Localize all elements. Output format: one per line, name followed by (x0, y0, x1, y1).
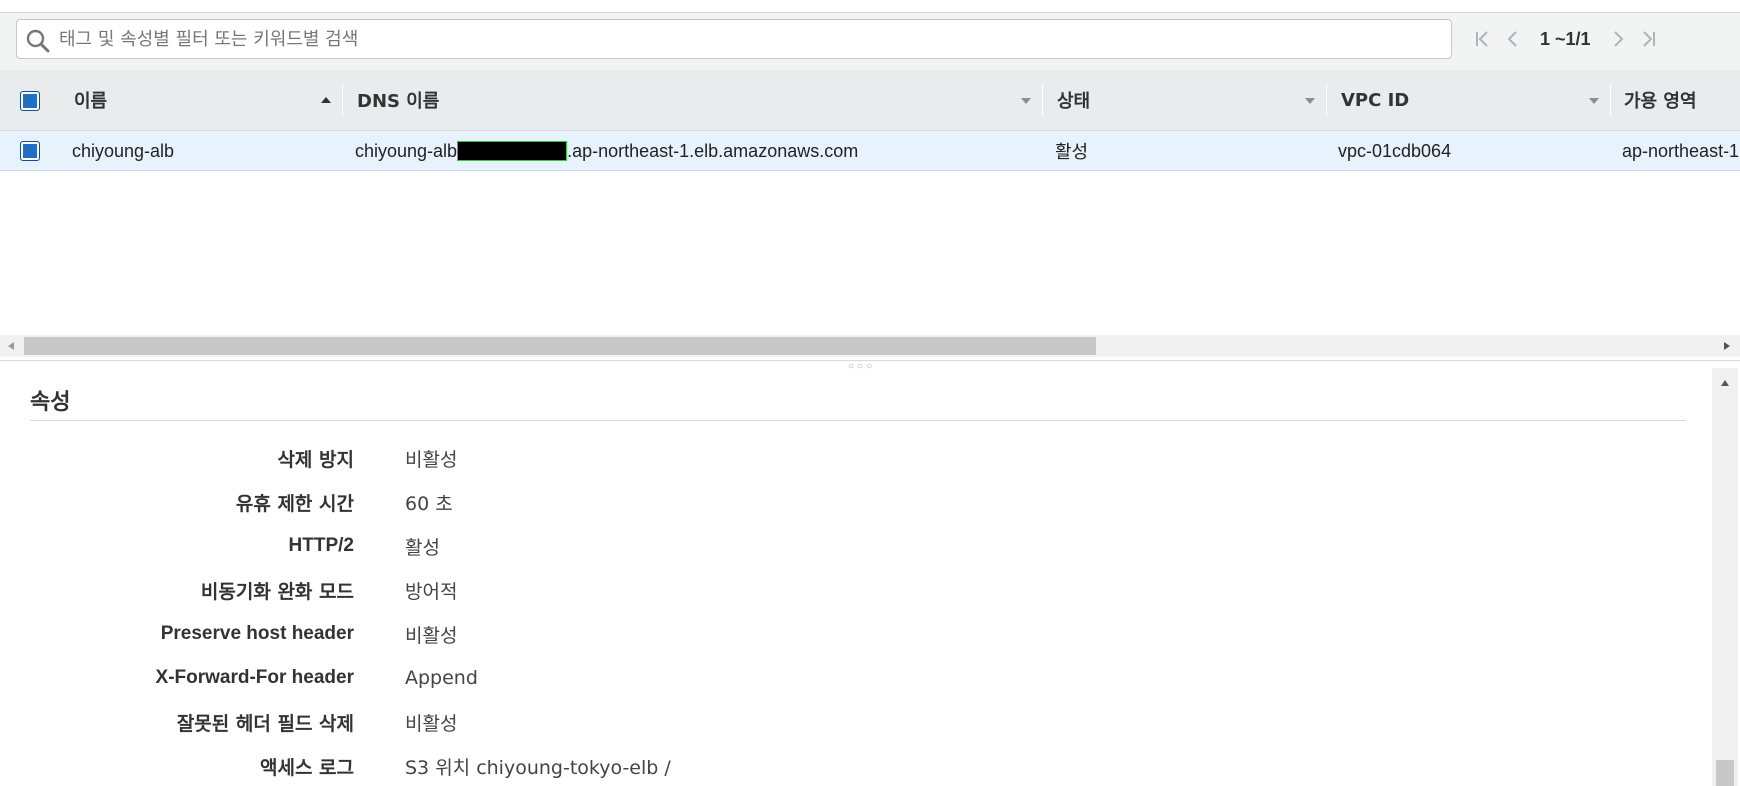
attribute-row: 비동기화 완화 모드 방어적 (0, 570, 1700, 610)
attribute-label: Preserve host header (160, 623, 354, 644)
attribute-row: HTTP/2 활성 (0, 526, 1700, 566)
attribute-label: X-Forward-For header (155, 667, 354, 688)
attribute-row: 액세스 로그 S3 위치 chiyoung-tokyo-elb / (0, 746, 1700, 786)
column-divider (342, 84, 343, 116)
filter-toolbar: 1 ~1/1 (0, 12, 1740, 70)
last-page-icon[interactable] (1633, 24, 1663, 54)
table-header: 이름 DNS 이름 상태 VPC ID 가용 영역 (0, 70, 1740, 131)
sort-toggle-icon[interactable] (1588, 94, 1600, 106)
row-checkbox[interactable] (20, 141, 40, 161)
attribute-label: 비동기화 완화 모드 (200, 580, 354, 603)
attribute-row: 잘못된 헤더 필드 삭제 비활성 (0, 702, 1700, 742)
attribute-label: 유휴 제한 시간 (235, 492, 354, 515)
attribute-value: 60 초 (405, 492, 453, 515)
vertical-scroll-thumb[interactable] (1716, 760, 1734, 786)
attribute-label: HTTP/2 (288, 535, 354, 556)
sort-toggle-icon[interactable] (1304, 94, 1316, 106)
cell-availability-zone: ap-northeast-1 (1622, 140, 1740, 161)
column-divider (1326, 84, 1327, 116)
select-all-checkbox[interactable] (20, 91, 40, 111)
attribute-row: X-Forward-For header Append (0, 658, 1700, 698)
attribute-label: 액세스 로그 (259, 756, 354, 779)
previous-page-icon[interactable] (1498, 24, 1528, 54)
attribute-value: 방어적 (405, 580, 458, 603)
vertical-scrollbar[interactable] (1712, 368, 1738, 786)
scroll-up-icon[interactable] (1720, 378, 1730, 388)
column-header-state[interactable]: 상태 (1057, 70, 1090, 130)
search-input[interactable] (59, 20, 1439, 58)
attribute-value: 활성 (405, 536, 440, 559)
scroll-left-icon[interactable] (6, 341, 16, 351)
cell-state: 활성 (1055, 142, 1089, 163)
attribute-value: 비활성 (405, 448, 458, 471)
dns-name-suffix: .ap-northeast-1.elb.amazonaws.com (567, 140, 859, 161)
attribute-row: Preserve host header 비활성 (0, 614, 1700, 654)
column-header-name[interactable]: 이름 (74, 70, 107, 130)
section-title: 속성 (30, 390, 71, 415)
attribute-value: 비활성 (405, 712, 458, 735)
page-range: 1 ~1/1 (1540, 28, 1591, 49)
column-divider (1610, 84, 1611, 116)
dns-name-prefix: chiyoung-alb (355, 140, 458, 161)
attribute-row: 삭제 방지 비활성 (0, 438, 1700, 478)
column-header-availability-zone[interactable]: 가용 영역 (1624, 70, 1697, 130)
search-icon (26, 29, 50, 53)
next-page-icon[interactable] (1603, 24, 1633, 54)
search-box[interactable] (16, 19, 1452, 59)
first-page-icon[interactable] (1468, 24, 1498, 54)
redacted-block (457, 141, 568, 161)
attribute-value: S3 위치 chiyoung-tokyo-elb / (405, 756, 671, 779)
attribute-label: 잘못된 헤더 필드 삭제 (176, 712, 354, 735)
column-header-dns-name[interactable]: DNS 이름 (357, 70, 439, 130)
horizontal-scrollbar[interactable] (0, 335, 1740, 357)
attribute-value: Append (405, 667, 478, 689)
pagination: 1 ~1/1 (1468, 13, 1663, 65)
scroll-right-icon[interactable] (1722, 341, 1732, 351)
cell-vpc-id: vpc-01cdb064 (1338, 140, 1452, 161)
pane-resize-handle[interactable]: ○○○ (0, 360, 1740, 372)
table-row[interactable]: chiyoung-alb chiyoung-alb .ap-northeast-1… (0, 131, 1740, 171)
column-header-vpc-id[interactable]: VPC ID (1341, 70, 1409, 130)
sort-toggle-icon[interactable] (1020, 94, 1032, 106)
sort-ascending-icon[interactable] (320, 94, 332, 106)
attribute-label: 삭제 방지 (277, 448, 354, 471)
attribute-row: 유휴 제한 시간 60 초 (0, 482, 1700, 522)
section-divider (30, 420, 1686, 421)
cell-name: chiyoung-alb (72, 140, 175, 161)
attribute-value: 비활성 (405, 624, 458, 647)
cell-dns-name: chiyoung-alb .ap-northeast-1.elb.amazonaw… (355, 131, 858, 171)
attributes-panel: 속성 삭제 방지 비활성 유휴 제한 시간 60 초 HTTP/2 활성 비동기… (0, 368, 1710, 786)
horizontal-scroll-thumb[interactable] (24, 337, 1096, 355)
column-divider (1042, 84, 1043, 116)
